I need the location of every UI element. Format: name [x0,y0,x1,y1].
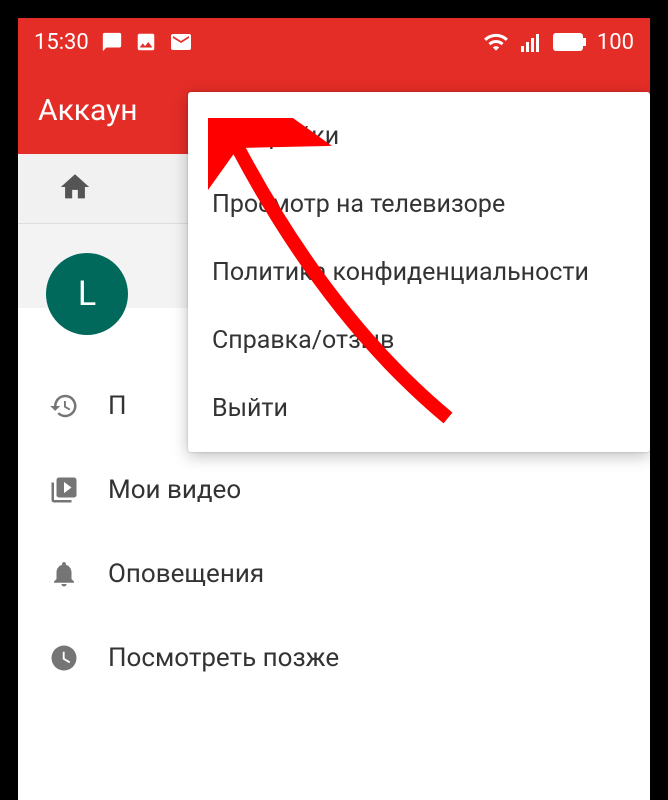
signal-icon [519,30,543,54]
list-item-watch-later[interactable]: Посмотреть позже [18,616,650,700]
menu-item-label: Выйти [212,394,288,423]
menu-item-label: Политика конфиденциальности [212,258,589,287]
bell-icon [48,558,80,590]
page-title: Аккаун [38,93,138,128]
menu-item-label: Просмотр на телевизоре [212,190,505,219]
chat-icon [101,31,123,53]
history-icon [48,390,80,422]
play-box-icon [48,474,80,506]
menu-item-label: Справка/отзыв [212,326,394,355]
menu-item-watch-on-tv[interactable]: Просмотр на телевизоре [188,170,650,238]
battery-icon [553,33,587,51]
list-item-label: Посмотреть позже [108,643,339,673]
overflow-menu: Настройки Просмотр на телевизоре Политик… [188,92,650,452]
list-item-label: Оповещения [108,559,264,589]
avatar-letter: L [78,274,96,314]
mail-icon [169,30,193,54]
list-item-label: Мои видео [108,475,241,505]
menu-item-label: Настройки [212,122,339,151]
status-bar: 15:30 100 [18,18,650,66]
menu-item-privacy[interactable]: Политика конфиденциальности [188,238,650,306]
image-icon [135,31,157,53]
list-item-my-videos[interactable]: Мои видео [18,448,650,532]
status-time: 15:30 [34,30,89,55]
avatar[interactable]: L [46,253,128,335]
wifi-icon [483,29,509,55]
list-item-label: П [108,391,127,421]
menu-item-settings[interactable]: Настройки [188,102,650,170]
list-item-notifications[interactable]: Оповещения [18,532,650,616]
home-icon[interactable] [58,170,92,208]
battery-level: 100 [597,30,634,55]
clock-icon [48,642,80,674]
menu-item-help[interactable]: Справка/отзыв [188,306,650,374]
device-frame: 15:30 100 Аккаун [18,18,650,800]
menu-item-logout[interactable]: Выйти [188,374,650,442]
